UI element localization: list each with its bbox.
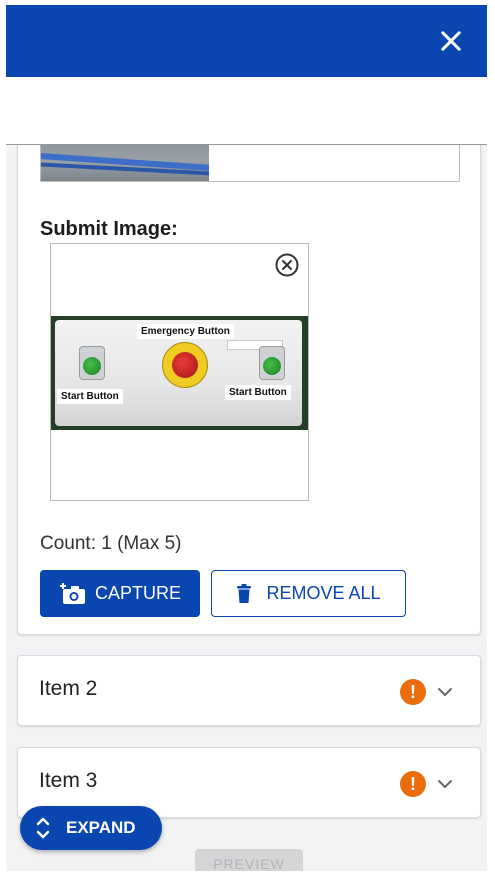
submit-image-label: Submit Image: [40,218,178,240]
submitted-image-tile: Emergency Button Start Button Start Butt… [50,243,309,501]
trash-icon [237,583,252,603]
remove-all-button[interactable]: REMOVE ALL [211,570,406,617]
photo-tag-emergency: Emergency Button [137,324,234,339]
sub-header [6,77,487,145]
previous-image-preview [40,145,460,182]
camera-add-icon [59,582,85,604]
item-2-card[interactable]: Item 2 ! [17,655,481,726]
chevron-down-icon [438,688,452,696]
item-2-title: Item 2 [39,677,98,700]
remove-all-label: REMOVE ALL [266,583,381,603]
photo-tag-start-right: Start Button [225,385,291,400]
expand-label: EXPAND [66,818,136,837]
warning-icon: ! [400,771,426,797]
chevron-down-icon [438,780,452,788]
top-bar [6,5,487,77]
previous-image-thumbnail[interactable] [41,145,209,181]
expand-arrows-icon [36,817,50,839]
capture-label: CAPTURE [94,583,181,603]
item-1-card: Submit Image: Emergency Button Start But… [17,145,481,635]
image-count: Count: 1 (Max 5) [40,533,182,554]
expand-button[interactable]: EXPAND [20,806,162,850]
submitted-photo[interactable]: Emergency Button Start Button Start Butt… [51,316,308,430]
capture-button[interactable]: CAPTURE [40,570,200,617]
photo-tag-start-left: Start Button [57,389,123,404]
app-frame: Submit Image: Emergency Button Start But… [6,5,487,871]
item-3-title: Item 3 [39,769,98,792]
remove-image-icon[interactable] [274,252,300,278]
warning-icon: ! [400,679,426,705]
preview-button[interactable]: PREVIEW [195,849,303,871]
close-icon[interactable] [437,27,465,55]
